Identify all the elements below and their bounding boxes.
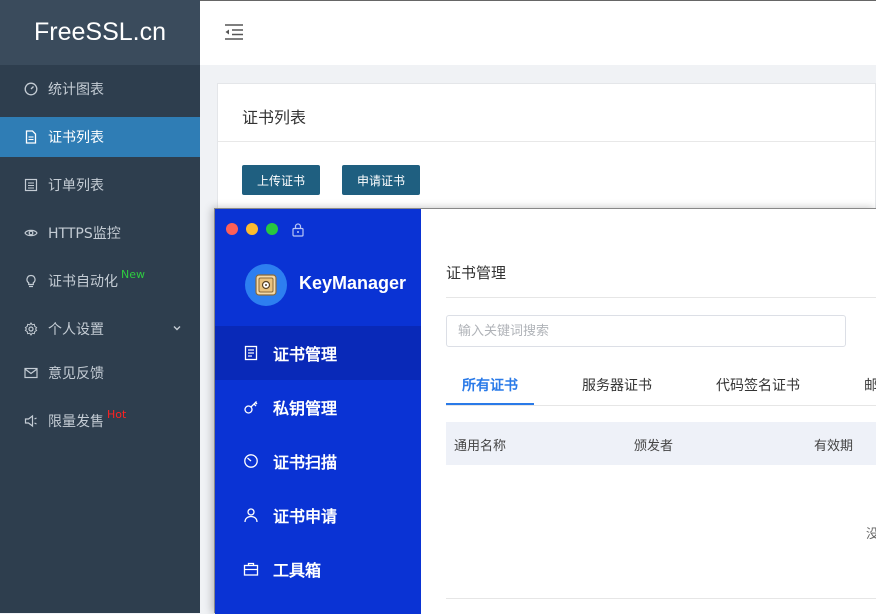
keymanager-window: KeyManager 证书管理 私钥管理 证书扫描 证书申请 工具箱 证书管理 … — [214, 208, 876, 614]
safe-icon — [255, 274, 277, 296]
tab-email-certs[interactable]: 邮 — [864, 375, 876, 395]
minimize-window-button[interactable] — [246, 223, 258, 235]
km-nav-label: 证书管理 — [273, 345, 338, 364]
site-logo[interactable]: FreeSSL.cn — [0, 0, 200, 65]
sidebar-item-label: 意见反馈 — [48, 366, 104, 382]
keymanager-main: 证书管理 所有证书 服务器证书 代码签名证书 邮 通用名称 颁发者 有效期 没 — [421, 209, 876, 614]
sidebar-item-https-monitor[interactable]: HTTPS监控 — [0, 213, 200, 253]
column-header-validity[interactable]: 有效期 — [814, 435, 853, 454]
upload-cert-button[interactable]: 上传证书 — [242, 165, 320, 195]
tab-divider — [446, 405, 876, 406]
sidebar-item-label: HTTPS监控 — [48, 226, 121, 242]
list-icon — [24, 178, 38, 192]
divider — [446, 598, 876, 599]
cert-list-panel: 证书列表 上传证书 申请证书 — [217, 83, 876, 223]
sidebar: FreeSSL.cn 统计图表 证书列表 订单列表 HTTPS监控 证书自动化 … — [0, 0, 200, 613]
chevron-down-icon — [173, 326, 181, 331]
user-icon — [243, 507, 259, 523]
km-nav-cert-apply[interactable]: 证书申请 — [215, 488, 421, 542]
maximize-window-button[interactable] — [266, 223, 278, 235]
tab-all-certs[interactable]: 所有证书 — [462, 375, 518, 395]
key-icon — [243, 399, 259, 415]
column-header-issuer[interactable]: 颁发者 — [634, 435, 673, 454]
apply-cert-button[interactable]: 申请证书 — [342, 165, 420, 195]
km-nav-cert-management[interactable]: 证书管理 — [215, 326, 421, 380]
empty-state-text: 没 — [866, 527, 876, 542]
speaker-icon — [24, 414, 38, 428]
sidebar-item-cert-automation[interactable]: 证书自动化 New — [0, 261, 200, 301]
dashboard-icon — [24, 82, 38, 96]
sidebar-item-label: 统计图表 — [48, 82, 104, 98]
km-nav-label: 证书扫描 — [273, 453, 338, 472]
certificate-icon — [243, 345, 259, 361]
km-nav-label: 私钥管理 — [273, 399, 338, 418]
page-title: 证书列表 — [242, 108, 307, 127]
eye-icon — [24, 226, 38, 240]
sidebar-item-settings[interactable]: 个人设置 — [0, 309, 200, 349]
sidebar-item-label: 限量发售 — [48, 414, 104, 430]
km-nav-label: 证书申请 — [273, 507, 338, 526]
lock-icon[interactable] — [291, 222, 305, 237]
scan-icon — [243, 453, 259, 469]
sidebar-item-label: 订单列表 — [48, 178, 104, 194]
tab-server-certs[interactable]: 服务器证书 — [582, 375, 652, 395]
menu-fold-icon[interactable] — [224, 23, 244, 41]
section-title: 证书管理 — [446, 264, 507, 282]
bulb-icon — [24, 274, 38, 288]
km-nav-toolbox[interactable]: 工具箱 — [215, 542, 421, 596]
sidebar-item-cert-list[interactable]: 证书列表 — [0, 117, 200, 157]
sidebar-item-orders[interactable]: 订单列表 — [0, 165, 200, 205]
sidebar-item-limited-sale[interactable]: 限量发售 Hot — [0, 401, 200, 441]
close-window-button[interactable] — [226, 223, 238, 235]
sidebar-item-label: 证书自动化 — [48, 274, 118, 290]
km-nav-label: 工具箱 — [273, 561, 322, 580]
km-nav-cert-scan[interactable]: 证书扫描 — [215, 434, 421, 488]
search-input[interactable] — [446, 315, 846, 347]
sidebar-item-stats[interactable]: 统计图表 — [0, 69, 200, 109]
column-header-common-name[interactable]: 通用名称 — [454, 435, 506, 454]
gear-icon — [24, 322, 38, 336]
active-tab-indicator — [446, 403, 534, 405]
document-icon — [24, 130, 38, 144]
mail-icon — [24, 366, 38, 380]
km-nav-key-management[interactable]: 私钥管理 — [215, 380, 421, 434]
sidebar-item-label: 证书列表 — [48, 130, 104, 146]
tab-code-signing-certs[interactable]: 代码签名证书 — [716, 375, 800, 395]
top-bar — [200, 0, 876, 65]
table-header: 通用名称 颁发者 有效期 — [446, 422, 876, 465]
app-name: KeyManager — [299, 273, 407, 293]
new-badge: New — [121, 267, 145, 281]
hot-badge: Hot — [107, 407, 127, 421]
sidebar-item-feedback[interactable]: 意见反馈 — [0, 353, 200, 393]
divider — [446, 297, 876, 298]
sidebar-item-label: 个人设置 — [48, 322, 104, 338]
keymanager-sidebar: KeyManager 证书管理 私钥管理 证书扫描 证书申请 工具箱 — [215, 209, 421, 614]
toolbox-icon — [243, 561, 259, 577]
divider — [218, 141, 875, 142]
keymanager-logo — [245, 264, 287, 306]
